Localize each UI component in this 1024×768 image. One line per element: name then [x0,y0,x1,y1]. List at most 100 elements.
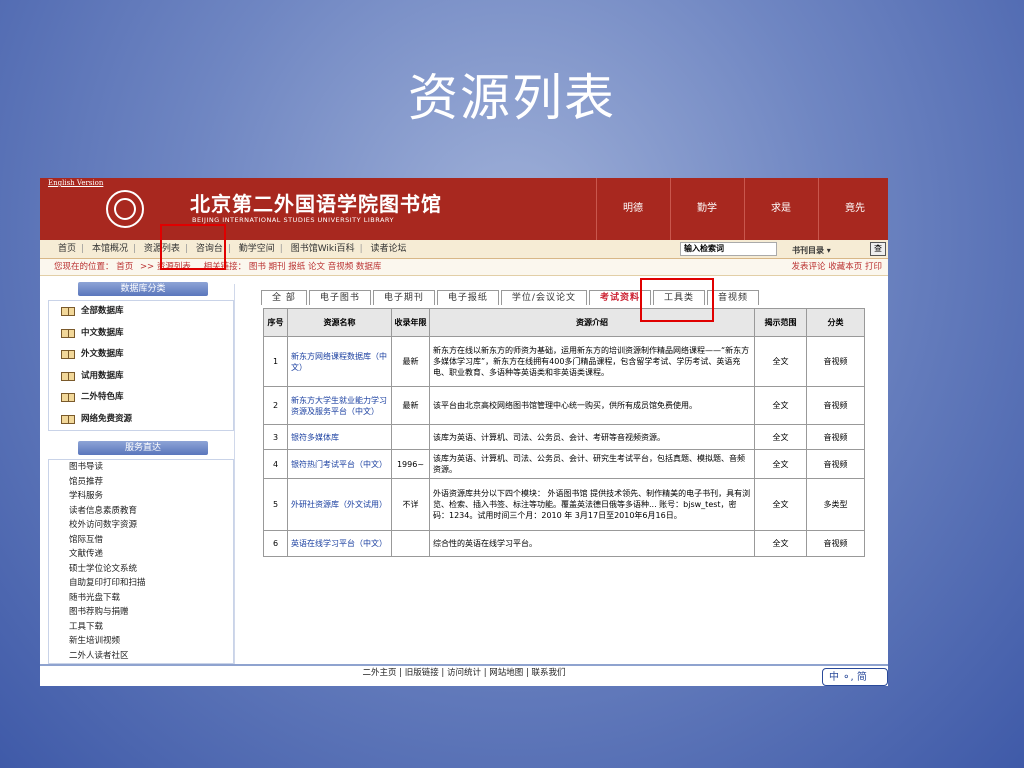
db-category-header: 数据库分类 [78,282,208,296]
scope: 全文 [754,386,807,425]
years: 最新 [391,386,430,425]
related-link-books[interactable]: 图书 [249,262,266,272]
service-item[interactable]: 二外人读者社区 [49,649,233,664]
table-header-row: 序号 资源名称 收录年限 资源介绍 揭示范围 分类 [263,308,865,337]
category: 音视频 [806,336,865,387]
db-item[interactable]: 网络免费资源 [49,409,233,431]
years: 不详 [391,478,430,531]
service-item[interactable]: 随书光盘下载 [49,591,233,606]
highlight-box-nav [160,224,226,270]
resource-link[interactable]: 新东方大学生就业能力学习资源及服务平台（中文） [287,386,392,425]
scope: 全文 [754,478,807,531]
service-item[interactable]: 图书荐购与捐赠 [49,605,233,620]
tab-ejournals[interactable]: 电子期刊 [372,290,435,305]
nav-wiki[interactable]: 图书馆Wiki百科 [291,240,355,258]
english-version-link[interactable]: English Version [48,179,103,187]
related-link-newspapers[interactable]: 报纸 [288,262,305,272]
resource-link[interactable]: 英语在线学习平台（中文） [287,530,392,557]
row-number: 6 [263,530,288,557]
book-icon [61,307,75,316]
service-item[interactable]: 新生培训视频 [49,634,233,649]
service-item[interactable]: 图书导读 [49,460,233,475]
book-icon [61,350,75,359]
table-row: 6 英语在线学习平台（中文） 综合性的英语在线学习平台。 全文 音视频 [263,530,865,557]
breadcrumb-label: 您现在的位置： [54,262,114,272]
library-logo-icon [106,190,144,228]
description: 该平台由北京高校网络图书馆管理中心统一购买，供所有成员馆免费使用。 [429,386,755,425]
db-item[interactable]: 试用数据库 [49,366,233,388]
service-item[interactable]: 工具下载 [49,620,233,635]
db-item[interactable]: 外文数据库 [49,344,233,366]
book-icon [61,371,75,381]
tab-ebooks[interactable]: 电子图书 [308,290,371,305]
resource-link[interactable]: 银符多媒体库 [287,424,392,450]
tab-av[interactable]: 音视频 [707,290,760,305]
chevron-down-icon: ▾ [826,246,831,255]
years [391,530,430,557]
service-item[interactable]: 硕士学位论文系统 [49,562,233,577]
scope: 全文 [754,424,807,450]
book-icon [61,328,75,338]
tab-theses[interactable]: 学位/会议论文 [500,290,587,305]
category: 多类型 [806,478,865,531]
description: 该库为英语、计算机、司法、公务员、会计、考研等音视频资源。 [429,424,755,450]
resource-link[interactable]: 外研社资源库（外文试用） [287,478,392,531]
service-item[interactable]: 校外访问数字资源 [49,518,233,533]
years: 最新 [391,336,430,387]
sidebar: 数据库分类 全部数据库 中文数据库 外文数据库 试用数据库 二外特色库 网络免费… [48,282,234,664]
tab-all[interactable]: 全 部 [261,290,307,305]
col-header: 收录年限 [391,308,430,337]
scope: 全文 [754,336,807,387]
slide-title: 资源列表 [408,69,616,127]
service-item[interactable]: 读者信息素质教育 [49,504,233,519]
bookmark-link[interactable]: 收藏本页 [828,262,862,272]
resource-table: 序号 资源名称 收录年限 资源介绍 揭示范围 分类 1 新东方网络课程数据库（中… [263,308,865,557]
related-link-av[interactable]: 音视频 [328,262,354,272]
description: 新东方在线以新东方的师资为基础，运用新东方的培训资源制作精品网络课程——“新东方… [429,336,755,387]
breadcrumb-home[interactable]: 首页 [116,262,133,272]
db-item[interactable]: 全部数据库 [49,301,233,323]
category: 音视频 [806,449,865,479]
table-row: 1 新东方网络课程数据库（中文） 最新 新东方在线以新东方的师资为基础，运用新东… [263,336,865,387]
service-item[interactable]: 学科服务 [49,489,233,504]
service-list: 图书导读 馆员推荐 学科服务 读者信息素质教育 校外访问数字资源 馆际互借 文献… [48,459,234,664]
service-item[interactable]: 自助复印打印和扫描 [49,576,233,591]
nav-about[interactable]: 本馆概况 [92,240,128,258]
nav-home[interactable]: 首页 [58,240,76,258]
nav-study-space[interactable]: 勤学空间 [239,240,275,258]
resource-link[interactable]: 银符热门考试平台（中文） [287,449,392,479]
db-item[interactable]: 中文数据库 [49,323,233,345]
years: 1996~ [391,449,430,479]
table-row: 3 银符多媒体库 该库为英语、计算机、司法、公务员、会计、考研等音视频资源。 全… [263,424,865,450]
description: 综合性的英语在线学习平台。 [429,530,755,557]
search-input[interactable]: 输入检索词 [680,242,777,256]
service-item[interactable]: 馆员推荐 [49,475,233,490]
col-header: 分类 [806,308,865,337]
related-link-journals[interactable]: 期刊 [269,262,286,272]
ime-indicator[interactable]: 中 ⚬, 简 [822,668,888,686]
row-number: 1 [263,336,288,387]
service-item[interactable]: 文献传递 [49,547,233,562]
category: 音视频 [806,424,865,450]
comment-link[interactable]: 发表评论 [792,262,826,272]
footer-links[interactable]: 二外主页 | 旧版链接 | 访问统计 | 网站地图 | 联系我们 [40,664,888,686]
search-button[interactable]: 查 [870,242,886,256]
service-item[interactable]: 馆际互借 [49,533,233,548]
db-category-list: 全部数据库 中文数据库 外文数据库 试用数据库 二外特色库 网络免费资源 [48,300,234,431]
library-name-en: BEIJING INTERNATIONAL STUDIES UNIVERSITY… [192,216,394,224]
tab-enewspapers[interactable]: 电子报纸 [436,290,499,305]
description: 该库为英语、计算机、司法、公务员、会计、研究生考试平台，包括真题、模拟题、音频资… [429,449,755,479]
service-header: 服务直达 [78,441,208,455]
related-link-databases[interactable]: 数据库 [356,262,382,272]
row-number: 2 [263,386,288,425]
book-icon [61,393,75,402]
row-number: 5 [263,478,288,531]
resource-link[interactable]: 新东方网络课程数据库（中文） [287,336,392,387]
catalog-select[interactable]: 书刊目录 ▾ [792,242,836,255]
db-item[interactable]: 二外特色库 [49,387,233,409]
table-row: 5 外研社资源库（外文试用） 不详 外语资源库共分以下四个模块： 外语图书馆 提… [263,478,865,531]
print-link[interactable]: 打印 [865,262,882,272]
nav-forum[interactable]: 读者论坛 [371,240,407,258]
table-row: 2 新东方大学生就业能力学习资源及服务平台（中文） 最新 该平台由北京高校网络图… [263,386,865,425]
related-link-theses[interactable]: 论文 [308,262,325,272]
